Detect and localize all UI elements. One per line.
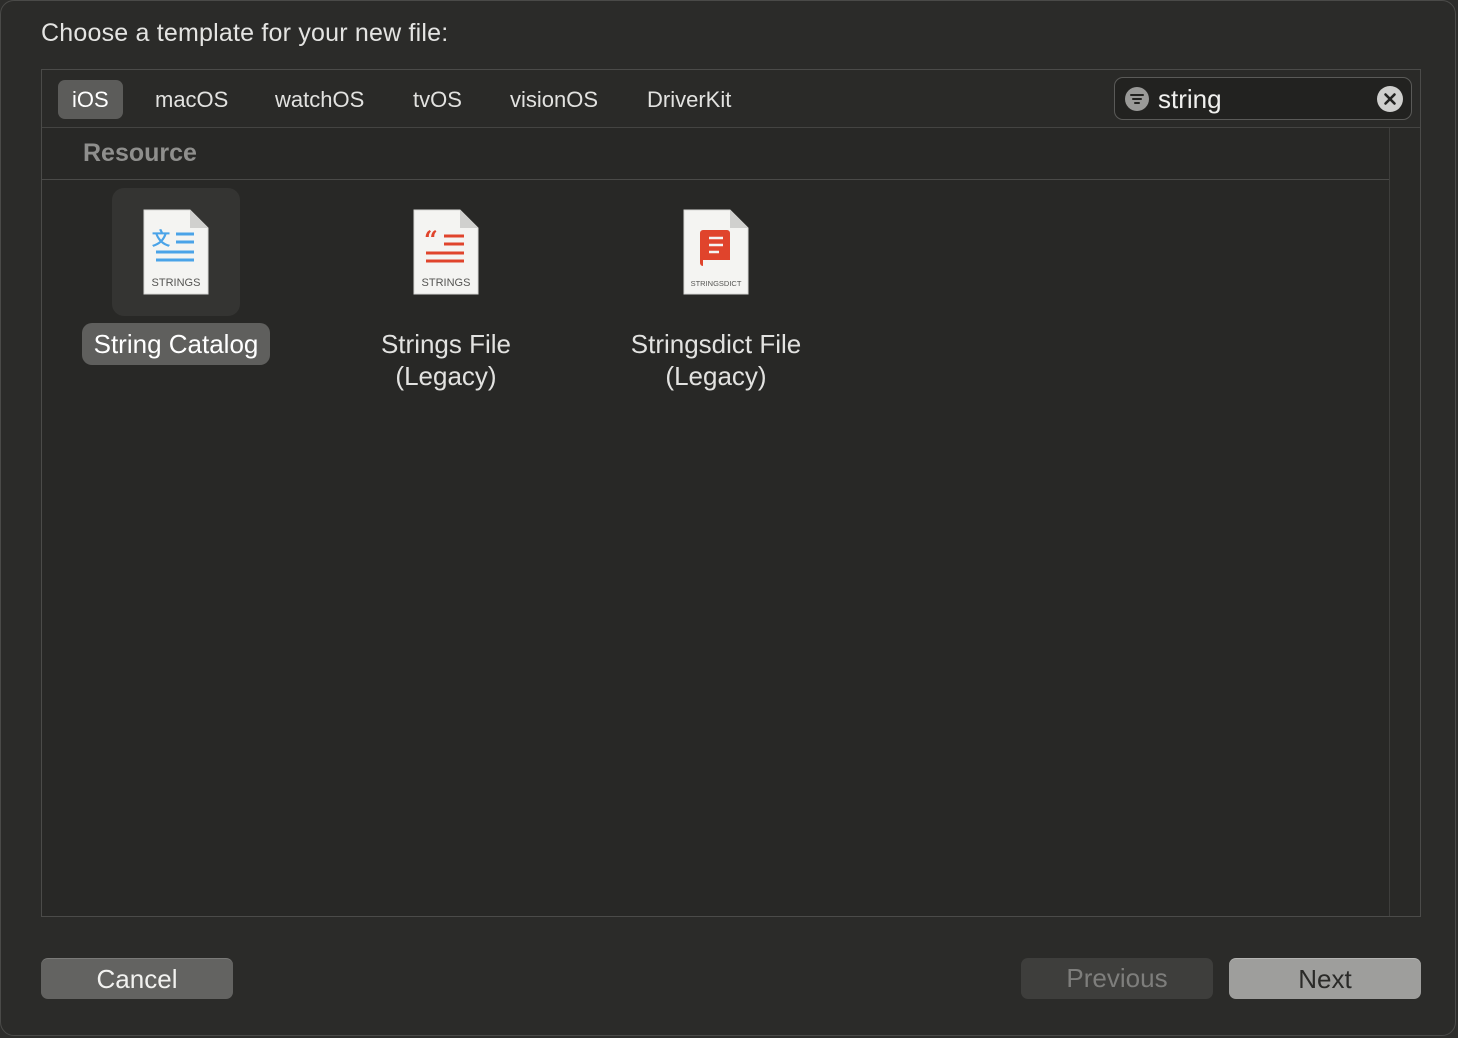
template-chooser: iOS macOS watchOS tvOS visionOS DriverKi…: [41, 69, 1421, 917]
filter-icon[interactable]: [1125, 87, 1149, 111]
clear-icon[interactable]: [1377, 86, 1403, 112]
icon-caption: STRINGS: [422, 277, 471, 289]
next-button[interactable]: Next: [1229, 958, 1421, 999]
search-field[interactable]: [1114, 77, 1412, 120]
strings-file-icon: “ STRINGS: [413, 209, 479, 295]
search-input[interactable]: [1158, 84, 1368, 114]
template-label-line2: (Legacy): [395, 361, 497, 391]
template-icon-tile: 文 STRINGS: [112, 188, 240, 316]
tab-watchos[interactable]: watchOS: [261, 80, 378, 119]
template-label-line1: Strings File: [380, 329, 512, 359]
template-icon-tile: STRINGSDICT: [652, 188, 780, 316]
section-header: Resource: [42, 128, 1390, 180]
stringsdict-file-icon: STRINGSDICT: [683, 209, 749, 295]
template-label: String Catalog: [81, 323, 271, 365]
new-file-dialog: Choose a template for your new file: iOS…: [0, 0, 1456, 1036]
template-label: Strings File (Legacy): [369, 323, 523, 397]
template-stringsdict-file[interactable]: STRINGSDICT Stringsdict File (Legacy): [586, 188, 846, 397]
svg-text:文: 文: [152, 228, 171, 250]
tab-visionos[interactable]: visionOS: [496, 80, 612, 119]
tab-ios[interactable]: iOS: [58, 80, 123, 119]
template-icon-tile: “ STRINGS: [382, 188, 510, 316]
svg-text:“: “: [424, 225, 438, 254]
tab-driverkit[interactable]: DriverKit: [633, 80, 745, 119]
previous-button[interactable]: Previous: [1021, 958, 1213, 999]
icon-caption: STRINGSDICT: [691, 279, 742, 288]
icon-caption: STRINGS: [152, 277, 201, 289]
template-label-line1: Stringsdict File: [630, 329, 802, 359]
scrollbar-track[interactable]: [1389, 128, 1420, 916]
section-title: Resource: [83, 139, 197, 167]
string-catalog-icon: 文 STRINGS: [143, 209, 209, 295]
template-label-line2: (Legacy): [665, 361, 767, 391]
tab-macos[interactable]: macOS: [141, 80, 242, 119]
template-string-catalog[interactable]: 文 STRINGS String Catalog: [46, 188, 306, 365]
template-label: Stringsdict File (Legacy): [619, 323, 814, 397]
platform-tab-bar: iOS macOS watchOS tvOS visionOS DriverKi…: [42, 70, 1420, 128]
tab-tvos[interactable]: tvOS: [399, 80, 476, 119]
dialog-prompt: Choose a template for your new file:: [41, 19, 449, 47]
cancel-button[interactable]: Cancel: [41, 958, 233, 999]
template-strings-file[interactable]: “ STRINGS Strings File (Legacy): [316, 188, 576, 397]
